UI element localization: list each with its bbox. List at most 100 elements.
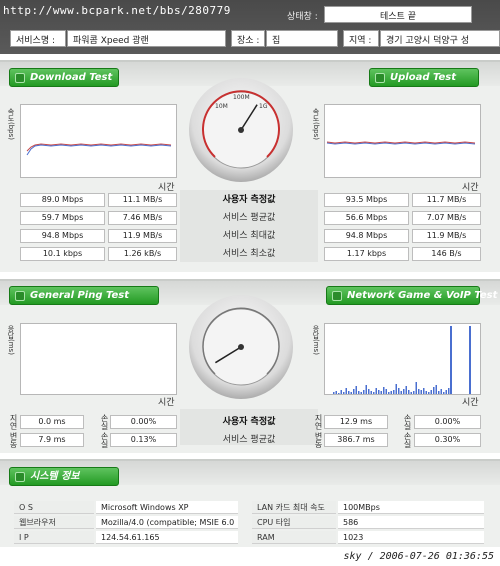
game-voip-test-button[interactable]: Network Game & VoIP Test	[326, 286, 497, 305]
game-chart-svg	[333, 326, 471, 394]
game-latency-bar	[355, 386, 357, 394]
game-latency-bar	[418, 389, 420, 394]
system-key: 웹브라우저	[14, 516, 94, 529]
download-chart	[20, 104, 177, 178]
region-field: 경기 고양시 덕양구 성	[380, 30, 500, 47]
speed-gauge-hub	[238, 127, 244, 133]
game-latency-bar	[338, 393, 340, 394]
game-latency-bar	[335, 391, 337, 394]
game-latency-bar	[410, 392, 412, 394]
game-chart	[324, 323, 481, 395]
download-test-button[interactable]: Download Test	[9, 68, 119, 87]
system-info-label: 시스템 정보	[30, 471, 80, 482]
game-latency-bar	[350, 392, 352, 394]
system-key: CPU 타입	[252, 516, 336, 529]
download-Bps-cell: 1.26 kB/s	[108, 247, 177, 261]
game-latency-bar	[353, 389, 355, 394]
ping-row-label: 서비스 평균값	[222, 435, 276, 445]
loss-label-left-1: 손실	[100, 414, 109, 430]
game-latency-bar	[400, 391, 402, 394]
loss-label-left-2: 손실	[100, 432, 109, 448]
service-field: 파워콤 Xpeed 광랜	[67, 30, 226, 47]
game-latency-bar	[440, 389, 442, 394]
download-xlabel: 시간	[158, 183, 175, 193]
game-latency-bar	[360, 392, 362, 394]
speed-row-label: 서비스 평균값	[222, 213, 276, 223]
system-key: O S	[14, 501, 94, 514]
game-latency-bar	[425, 391, 427, 394]
game-latency-bar	[358, 391, 360, 394]
game-latency-bar	[370, 391, 372, 394]
system-key: I P	[14, 531, 94, 544]
game-latency-bar	[413, 391, 415, 394]
game-latency-bar	[393, 390, 395, 394]
gauge-label-100m: 100M	[233, 94, 250, 101]
game-latency-bar	[428, 392, 430, 394]
game-latency-bar	[383, 387, 385, 394]
game-latency-bar	[435, 385, 437, 394]
system-value: 586	[338, 516, 484, 529]
system-info-button[interactable]: 시스템 정보	[9, 467, 119, 486]
game-latency-bar	[438, 391, 440, 394]
upload-bps-cell: 94.8 Mbps	[324, 229, 409, 243]
upload-Bps-cell: 7.07 MB/s	[412, 211, 481, 225]
gauge-label-10m: 10M	[215, 103, 228, 110]
download-bps-cell: 59.7 Mbps	[20, 211, 105, 225]
download-Bps-cell: 7.46 MB/s	[108, 211, 177, 225]
game-latency-bar	[390, 391, 392, 394]
speed-row-label: 서비스 최소값	[222, 249, 276, 259]
region-label: 지역 :	[343, 30, 379, 47]
system-value: Mozilla/4.0 (compatible; MSIE 6.0	[96, 516, 238, 529]
system-key: LAN 카드 최대 속도	[252, 501, 336, 514]
game-latency-bar	[333, 392, 335, 394]
download-test-label: Download Test	[30, 72, 113, 83]
status-field: 테스트 끝	[324, 6, 472, 23]
header-bar: http://www.bcpark.net/bbs/280779 상태창 : 테…	[0, 0, 500, 54]
game-latency-bar	[443, 392, 445, 394]
system-icon	[15, 472, 25, 482]
speed-row-label: 서비스 최대값	[222, 231, 276, 241]
game-spike-2	[469, 326, 471, 394]
game-latency-bar	[408, 390, 410, 394]
jitter-label-left: 변동	[9, 432, 18, 448]
ping-gauge	[189, 295, 293, 399]
upload-Bps-cell: 146 B/s	[412, 247, 481, 261]
game-latency-bar	[345, 388, 347, 394]
game-latency-bar	[375, 388, 377, 394]
game-xlabel: 시간	[462, 398, 479, 408]
game-latency-bar	[433, 387, 435, 394]
delay-label-left: 지연	[9, 414, 18, 430]
game-latency-bar	[423, 388, 425, 394]
ping-ms-cell: 7.9 ms	[20, 433, 84, 447]
game-latency-bar	[405, 386, 407, 394]
loss-label-right-1: 손실	[403, 414, 412, 430]
upload-bps-cell: 93.5 Mbps	[324, 193, 409, 207]
delay-label-right: 지연	[314, 414, 323, 430]
status-label: 상태창 :	[287, 12, 318, 22]
game-latency-bar	[340, 390, 342, 394]
speed-section: Download Test Upload Test 속도(bps) 시간 속도(…	[0, 60, 500, 272]
download-chart-svg	[26, 143, 172, 156]
game-latency-bar	[388, 392, 390, 394]
ping-chart	[20, 323, 177, 395]
gauge-label-1g: 1G	[259, 103, 268, 110]
game-latency-bar	[445, 390, 447, 394]
ping-section: General Ping Test Network Game & VoIP Te…	[0, 279, 500, 453]
download-Bps-cell: 11.1 MB/s	[108, 193, 177, 207]
download-series-blue	[26, 144, 172, 156]
game-loss-cell: 0.00%	[414, 415, 481, 429]
upload-test-button[interactable]: Upload Test	[369, 68, 479, 87]
game-latency-bar	[385, 389, 387, 394]
download-bps-cell: 10.1 kbps	[20, 247, 105, 261]
upload-bps-cell: 56.6 Mbps	[324, 211, 409, 225]
game-icon	[332, 291, 342, 301]
game-latency-bar	[448, 388, 450, 394]
upload-xlabel: 시간	[462, 183, 479, 193]
game-latency-bar	[343, 392, 345, 394]
game-latency-bar	[420, 390, 422, 394]
system-section: 시스템 정보 O S Microsoft Windows XP 웹브라우저 Mozil…	[0, 459, 500, 547]
game-latency-bar	[395, 384, 397, 394]
ping-test-button[interactable]: General Ping Test	[9, 286, 159, 305]
jitter-label-right: 변동	[314, 432, 323, 448]
download-bps-cell: 89.0 Mbps	[20, 193, 105, 207]
